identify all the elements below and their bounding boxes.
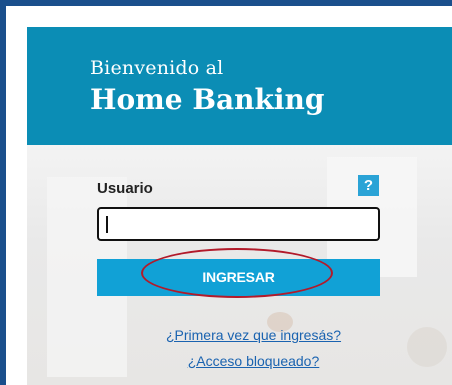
text-cursor bbox=[106, 216, 108, 233]
help-icon[interactable]: ? bbox=[358, 175, 379, 196]
first-time-link-text[interactable]: ¿Primera vez que ingresás? bbox=[166, 327, 341, 343]
welcome-header: Bienvenido al Home Banking bbox=[27, 27, 452, 145]
login-button[interactable]: INGRESAR bbox=[97, 259, 380, 296]
blocked-access-link-text[interactable]: ¿Acceso bloqueado? bbox=[188, 353, 320, 369]
brand-title: Home Banking bbox=[90, 83, 325, 116]
blocked-access-link[interactable]: ¿Acceso bloqueado? bbox=[27, 353, 452, 369]
login-panel: Bienvenido al Home Banking Usuario ? ING… bbox=[27, 27, 452, 385]
first-time-link[interactable]: ¿Primera vez que ingresás? bbox=[27, 327, 452, 343]
username-label: Usuario bbox=[97, 180, 153, 197]
welcome-text: Bienvenido al bbox=[90, 57, 224, 79]
username-input[interactable] bbox=[97, 207, 380, 241]
